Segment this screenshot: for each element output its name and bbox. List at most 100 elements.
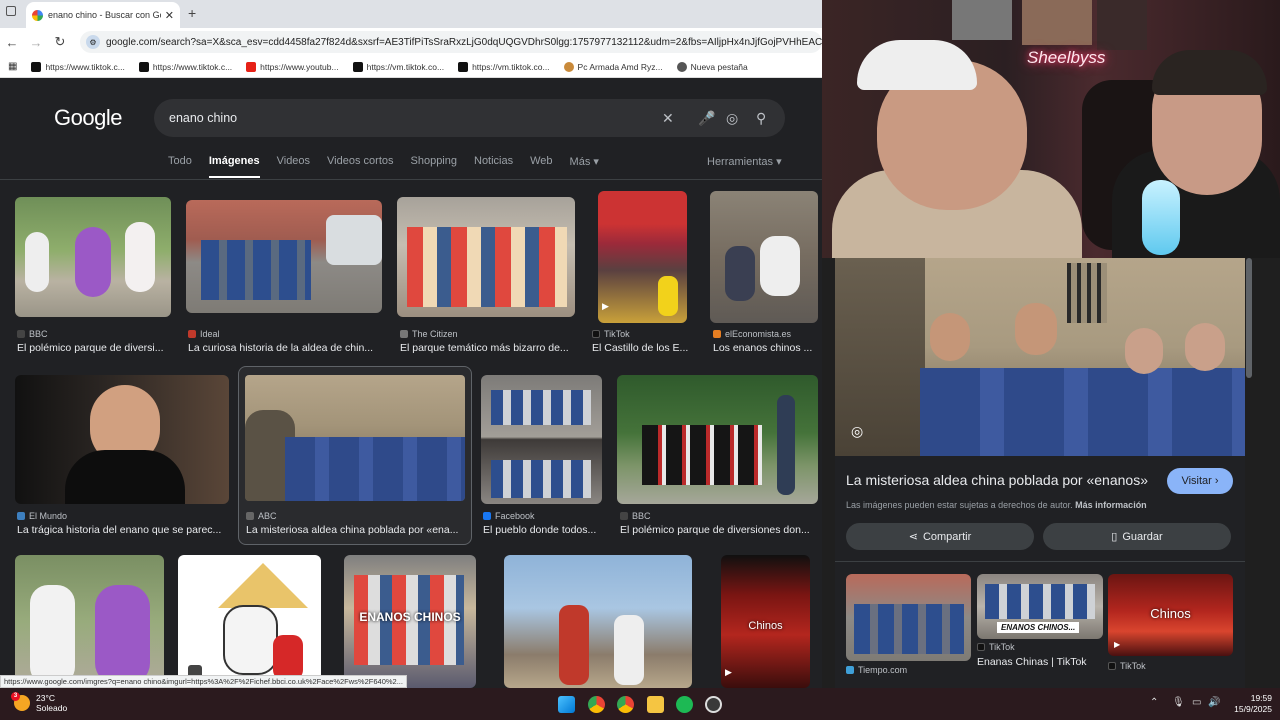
windows-start-icon[interactable] xyxy=(558,696,575,713)
sun-icon: 3 xyxy=(11,692,30,711)
related-caption[interactable]: Enanas Chinas | TikTok xyxy=(977,656,1103,668)
monitor-icon[interactable]: ▭ xyxy=(1192,697,1201,708)
result-caption[interactable]: La trágica historia del enano que se par… xyxy=(17,524,229,536)
google-logo[interactable]: Google xyxy=(54,105,122,131)
more-info-link[interactable]: Más información xyxy=(1075,500,1147,510)
result-caption[interactable]: El parque temático más bizarro de... xyxy=(400,342,575,354)
browser-tab[interactable]: enano chino - Buscar con Google ✕ xyxy=(26,2,180,28)
result-caption[interactable]: El Castillo de los E... xyxy=(592,342,692,354)
result-image[interactable] xyxy=(617,375,818,504)
tab-shopping[interactable]: Shopping xyxy=(411,155,458,178)
back-icon[interactable]: ← xyxy=(0,35,24,50)
tiktok-icon xyxy=(458,61,469,72)
result-caption[interactable]: El polémico parque de diversi... xyxy=(17,342,167,354)
overlay-text: Chinos xyxy=(1150,606,1191,621)
new-tab-button[interactable]: + xyxy=(188,5,196,21)
photo-detail xyxy=(273,635,303,680)
related-source: TikTok xyxy=(1108,661,1146,671)
file-explorer-icon[interactable] xyxy=(647,696,664,713)
chrome-icon[interactable] xyxy=(617,696,634,713)
microphone-icon[interactable]: 🎙 xyxy=(1172,697,1185,708)
reload-icon[interactable]: ↻ xyxy=(48,34,72,50)
result-image[interactable] xyxy=(15,555,164,688)
bookmark-item[interactable]: Pc Armada Amd Ryz... xyxy=(563,61,663,72)
tab-web[interactable]: Web xyxy=(530,155,552,178)
forward-icon[interactable]: → xyxy=(24,35,48,50)
tab-videos-cortos[interactable]: Videos cortos xyxy=(327,155,393,178)
bookmark-item[interactable]: https://vm.tiktok.co... xyxy=(458,61,550,72)
result-source: ABC xyxy=(246,511,277,521)
obs-icon[interactable] xyxy=(705,696,722,713)
result-caption[interactable]: Los enanos chinos ... xyxy=(713,342,818,354)
tab-list-icon[interactable] xyxy=(6,6,16,16)
system-clock[interactable]: 19:59 15/9/2025 xyxy=(1222,693,1272,715)
overlay-text: ENANOS CHINOS... xyxy=(997,622,1080,633)
weather-widget[interactable]: 3 23°C Soleado xyxy=(11,692,68,713)
result-image[interactable]: ▶ xyxy=(598,191,687,323)
tab-videos[interactable]: Videos xyxy=(277,155,310,178)
save-button[interactable]: ▯ Guardar xyxy=(1043,523,1231,550)
photo-detail xyxy=(985,584,1095,619)
tiktok-icon xyxy=(592,330,600,338)
result-image[interactable] xyxy=(397,197,575,317)
tab-close-icon[interactable]: ✕ xyxy=(165,9,174,22)
search-box[interactable]: enano chino ✕ 🎤 ◎ ⚲ xyxy=(154,99,785,137)
bookmark-item[interactable]: https://www.youtub... xyxy=(246,61,339,72)
tab-noticias[interactable]: Noticias xyxy=(474,155,513,178)
search-icon[interactable]: ⚲ xyxy=(756,110,766,127)
weather-condition: Soleado xyxy=(36,703,68,713)
tab-imagenes[interactable]: Imágenes xyxy=(208,155,260,178)
speaker-icon[interactable]: 🔊 xyxy=(1208,697,1220,708)
result-image[interactable] xyxy=(186,200,382,313)
share-button[interactable]: ⋖ Compartir xyxy=(846,523,1034,550)
result-image[interactable] xyxy=(178,555,321,688)
result-caption[interactable]: La misteriosa aldea china poblada por «e… xyxy=(246,524,464,536)
result-image[interactable] xyxy=(15,375,229,504)
play-icon: ▶ xyxy=(602,301,609,311)
tools-button[interactable]: Herramientas ▾ xyxy=(707,155,782,168)
tab-todo[interactable]: Todo xyxy=(168,155,192,178)
clear-icon[interactable]: ✕ xyxy=(662,110,674,127)
photo-detail xyxy=(658,276,678,316)
result-image[interactable]: Chinos ▶ xyxy=(721,555,810,688)
shop-icon xyxy=(563,61,574,72)
result-image[interactable] xyxy=(504,555,692,688)
visit-button[interactable]: Visitar › xyxy=(1167,468,1233,494)
bookmark-item[interactable]: Nueva pestaña xyxy=(676,61,748,72)
panel-scrollbar[interactable] xyxy=(1246,258,1252,378)
site-info-icon[interactable]: ⚙ xyxy=(86,35,100,49)
bookmark-item[interactable]: https://www.tiktok.c... xyxy=(31,61,125,72)
chevron-up-icon[interactable]: ⌃ xyxy=(1150,697,1158,708)
lens-icon[interactable]: ◎ xyxy=(726,110,738,127)
result-source: Ideal xyxy=(188,329,220,339)
microphone-icon[interactable]: 🎤 xyxy=(698,110,715,127)
result-caption[interactable]: El polémico parque de diversiones don... xyxy=(620,524,815,536)
hat-drawing xyxy=(218,563,308,608)
result-image[interactable] xyxy=(245,375,465,501)
lens-search-icon[interactable]: ◎ xyxy=(851,423,863,440)
bookmark-item[interactable]: https://www.tiktok.c... xyxy=(138,61,232,72)
spotify-icon[interactable] xyxy=(676,696,693,713)
related-image[interactable] xyxy=(846,574,971,661)
share-icon: ⋖ xyxy=(908,531,918,543)
apps-icon[interactable]: ▦ xyxy=(8,61,17,72)
wall-poster xyxy=(1022,0,1092,45)
related-image[interactable]: ENANOS CHINOS... xyxy=(977,574,1103,639)
chrome-icon[interactable] xyxy=(588,696,605,713)
preview-image[interactable]: ◎ xyxy=(835,258,1245,456)
result-image[interactable] xyxy=(710,191,818,323)
status-bar-url: https://www.google.com/imgres?q=enano ch… xyxy=(0,675,407,688)
address-bar[interactable]: ⚙ google.com/search?sa=X&sca_esv=cdd4458… xyxy=(80,31,822,53)
result-image[interactable]: ENANOS CHINOS xyxy=(344,555,476,688)
tab-mas[interactable]: Más ▾ xyxy=(570,155,599,178)
result-caption[interactable]: El pueblo donde todos... xyxy=(483,524,603,536)
result-image[interactable] xyxy=(481,375,602,504)
bookmark-item[interactable]: https://vm.tiktok.co... xyxy=(352,61,444,72)
preview-title[interactable]: La misteriosa aldea china poblada por «e… xyxy=(846,472,1148,488)
browser-window: enano chino - Buscar con Google ✕ + ← → … xyxy=(0,0,822,688)
overlay-text: ENANOS CHINOS xyxy=(359,610,461,624)
result-image[interactable] xyxy=(15,197,171,317)
photo-detail xyxy=(1015,303,1057,355)
related-image[interactable]: Chinos ▶ xyxy=(1108,574,1233,656)
result-caption[interactable]: La curiosa historia de la aldea de chin.… xyxy=(188,342,383,354)
